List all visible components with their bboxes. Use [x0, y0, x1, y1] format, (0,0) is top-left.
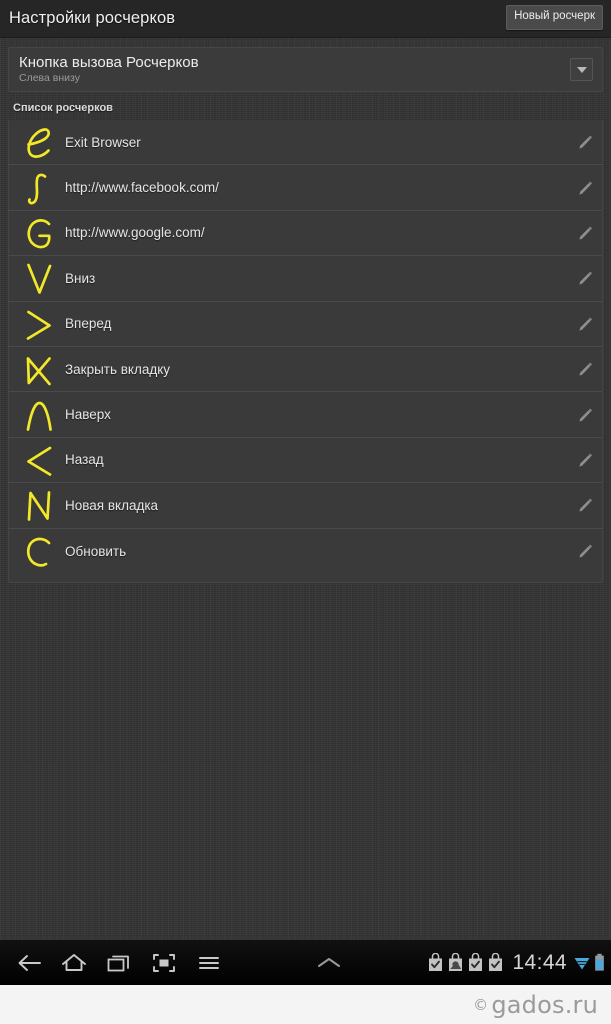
menu-icon[interactable]: [186, 940, 231, 985]
edit-gesture-button[interactable]: [568, 392, 602, 437]
chevron-up-icon: [318, 957, 341, 967]
gesture-row[interactable]: Exit Browser: [9, 120, 602, 166]
edit-gesture-button[interactable]: [568, 165, 602, 210]
battery-icon: [595, 953, 604, 971]
copyright-symbol: ©: [473, 995, 489, 1014]
new-gesture-button[interactable]: Новый росчерк: [506, 5, 603, 30]
gesture-arrow-right: [26, 310, 51, 340]
chevron-down-icon[interactable]: [570, 58, 593, 81]
pencil-edit-icon: [579, 317, 592, 331]
gesture-n: [27, 491, 51, 522]
gesture-glyph: [17, 210, 61, 255]
gesture-label: Обновить: [65, 543, 127, 559]
gesture-glyph: [17, 256, 61, 301]
preference-title: Кнопка вызова Росчерков: [19, 54, 199, 71]
status-bar-clock[interactable]: 14:44: [512, 952, 567, 973]
gesture-list: Exit Browser http://www.facebook.com/http…: [8, 120, 603, 583]
gesture-glyph: [17, 120, 61, 165]
gesture-glyph: [17, 529, 61, 574]
system-navigation-bar: 14:44: [0, 940, 611, 985]
gesture-row[interactable]: Вниз: [9, 256, 602, 302]
gesture-row[interactable]: Наверх: [9, 392, 602, 438]
edit-gesture-button[interactable]: [568, 529, 602, 574]
gesture-label: Закрыть вкладку: [65, 361, 171, 377]
gesture-button-position-preference[interactable]: Кнопка вызова Росчерков Слева внизу: [8, 47, 603, 92]
section-header-gesture-list: Список росчерков: [0, 98, 611, 116]
gesture-row[interactable]: http://www.google.com/: [9, 210, 602, 257]
play-store-download-icon: [489, 953, 503, 971]
pencil-edit-icon: [579, 544, 592, 558]
edit-gesture-button[interactable]: [568, 347, 602, 392]
gesture-label: Наверх: [65, 407, 111, 423]
gesture-label: Exit Browser: [65, 134, 141, 150]
gesture-label: Новая вкладка: [65, 497, 159, 513]
title-bar: Настройки росчерков Новый росчерк: [0, 0, 611, 38]
edit-gesture-button[interactable]: [568, 120, 602, 165]
notification-expand-button[interactable]: [231, 955, 427, 971]
gesture-e: [27, 128, 51, 159]
gesture-row[interactable]: Вперед: [9, 302, 602, 347]
gesture-label: Вперед: [65, 316, 112, 332]
gesture-caret-up: [26, 401, 52, 431]
gesture-glyph: [17, 301, 61, 346]
gesture-glyph: [17, 165, 61, 210]
gesture-g: [27, 219, 51, 249]
play-store-download-icon: [429, 953, 443, 971]
gesture-glyph: [17, 483, 61, 528]
edit-gesture-button[interactable]: [568, 210, 602, 255]
gesture-label: http://www.facebook.com/: [65, 180, 219, 196]
section-header-label: Список росчерков: [13, 102, 113, 114]
home-icon[interactable]: [51, 940, 96, 985]
play-store-downloading-icon: [449, 953, 463, 971]
status-icons-group[interactable]: 14:44: [427, 952, 605, 973]
gesture-row[interactable]: Закрыть вкладку: [9, 347, 602, 393]
recent-apps-icon[interactable]: [96, 940, 141, 985]
gesture-glyph: [17, 437, 61, 482]
wifi-icon: [574, 957, 590, 969]
pencil-edit-icon: [579, 226, 592, 240]
gesture-row[interactable]: Новая вкладка: [9, 483, 602, 529]
watermark-strip: © gados.ru: [0, 985, 611, 1024]
gesture-arrow-left: [27, 446, 52, 476]
edit-gesture-button[interactable]: [568, 256, 602, 301]
gesture-c-reload: [26, 537, 51, 567]
gesture-row[interactable]: http://www.facebook.com/: [9, 165, 602, 211]
pencil-edit-icon: [579, 181, 592, 195]
gesture-x-close: [26, 357, 51, 386]
pencil-edit-icon: [579, 362, 592, 376]
gesture-label: Назад: [65, 452, 104, 468]
watermark-text: gados.ru: [491, 990, 598, 1019]
gesture-glyph: [17, 347, 61, 392]
gesture-row[interactable]: Назад: [9, 437, 602, 484]
preference-texts: Кнопка вызова Росчерков Слева внизу: [19, 54, 570, 85]
pencil-edit-icon: [579, 498, 592, 512]
edit-gesture-button[interactable]: [568, 437, 602, 482]
nav-buttons-group: [6, 940, 231, 985]
pencil-edit-icon: [579, 453, 592, 467]
edit-gesture-button[interactable]: [568, 301, 602, 346]
screenshot-icon[interactable]: [141, 940, 186, 985]
gesture-integral: [27, 173, 47, 205]
gesture-v-down: [27, 264, 52, 295]
pencil-edit-icon: [579, 408, 592, 422]
pencil-edit-icon: [579, 135, 592, 149]
watermark: © gados.ru: [473, 993, 598, 1017]
gesture-label: http://www.google.com/: [65, 225, 205, 241]
gesture-glyph: [17, 392, 61, 437]
back-arrow-icon[interactable]: [6, 940, 51, 985]
preference-subtitle: Слева внизу: [19, 72, 80, 84]
gesture-label: Вниз: [65, 270, 96, 286]
page-title: Настройки росчерков: [9, 9, 176, 27]
pencil-edit-icon: [579, 271, 592, 285]
android-tablet-screen: Настройки росчерков Новый росчерк Кнопка…: [0, 0, 611, 1024]
play-store-download-icon: [469, 953, 483, 971]
gesture-row[interactable]: Обновить: [9, 529, 602, 574]
edit-gesture-button[interactable]: [568, 483, 602, 528]
